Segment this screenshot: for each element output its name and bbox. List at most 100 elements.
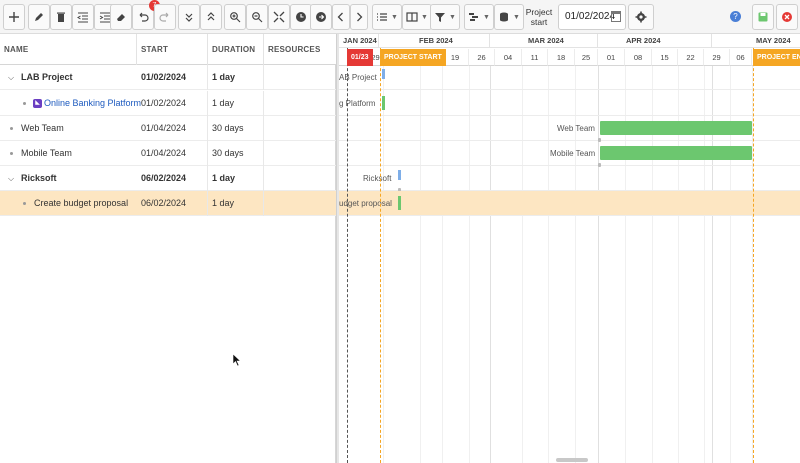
month-header: JAN 2024	[339, 34, 379, 48]
day-header: 15	[652, 49, 678, 66]
task-name: Ricksoft	[21, 173, 57, 183]
expand-arrows-icon	[273, 11, 285, 23]
timeline-row: Web Team	[339, 116, 800, 142]
bar-label: g Platform	[339, 99, 376, 108]
table-row[interactable]: Web Team 01/04/2024 30 days	[0, 116, 336, 141]
month-header: MAR 2024	[490, 34, 598, 48]
table-row[interactable]: ⌵ LAB Project 01/02/2024 1 day	[0, 65, 336, 90]
column-header-name[interactable]: NAME	[0, 34, 137, 65]
expand-all-button[interactable]	[178, 4, 200, 30]
chevron-left-icon	[337, 12, 343, 22]
calendar-icon[interactable]	[611, 11, 621, 22]
list-options-dropdown[interactable]: ▼	[372, 4, 402, 30]
eraser-icon	[117, 14, 125, 21]
zoom-out-icon	[252, 12, 263, 23]
task-resources	[264, 65, 336, 90]
edit-button[interactable]	[28, 4, 50, 30]
database-dropdown[interactable]: ▼	[494, 4, 524, 30]
gantt-timeline: JAN 2024 FEB 2024 MAR 2024 APR 2024 MAY …	[339, 34, 800, 463]
timeline-row: Mobile Team	[339, 141, 800, 167]
task-grid: NAME START DURATION RESOURCES ⌵ LAB Proj…	[0, 34, 336, 463]
task-name: LAB Project	[21, 72, 73, 82]
month-header: APR 2024	[598, 34, 712, 48]
project-end-marker-line	[753, 48, 754, 463]
summary-bar[interactable]	[382, 69, 385, 79]
close-circle-icon	[782, 12, 792, 22]
task-resources	[264, 191, 336, 216]
task-duration: 30 days	[208, 141, 264, 166]
task-resources	[264, 141, 336, 166]
database-icon	[500, 12, 509, 22]
day-header: 06	[730, 49, 752, 66]
chevron-down-icon[interactable]: ⌵	[8, 174, 14, 184]
zoom-out-button[interactable]	[246, 4, 268, 30]
gantt-bars-icon	[469, 13, 479, 21]
task-bar[interactable]	[600, 121, 752, 135]
settings-button[interactable]	[628, 4, 654, 30]
chevron-down-icon[interactable]: ⌵	[8, 73, 14, 83]
save-icon	[758, 12, 768, 22]
chevron-right-icon	[357, 12, 363, 22]
today-flag: 01/23	[347, 49, 373, 66]
task-resources	[264, 116, 336, 141]
pencil-icon	[35, 13, 43, 21]
horizontal-scrollbar-thumb[interactable]	[556, 458, 588, 462]
task-start: 01/04/2024	[137, 116, 208, 141]
bar-label: Ricksoft	[363, 174, 392, 183]
add-task-button[interactable]	[3, 4, 25, 30]
day-header: 18	[548, 49, 575, 66]
column-header-resources[interactable]: RESOURCES	[264, 34, 336, 65]
task-bar[interactable]	[600, 146, 752, 160]
task-name-link[interactable]: Online Banking Platform	[44, 91, 141, 116]
column-header-duration[interactable]: DURATION	[208, 34, 264, 65]
help-icon[interactable]: ?	[730, 11, 741, 22]
scroll-to-task-button[interactable]	[310, 4, 332, 30]
task-start: 01/02/2024	[137, 65, 208, 90]
zoom-in-icon	[230, 12, 241, 23]
columns-dropdown[interactable]: ▼	[402, 4, 432, 30]
month-header: MAY 2024	[712, 34, 800, 48]
outdent-icon	[77, 12, 88, 23]
clock-icon	[296, 12, 306, 22]
column-header-start[interactable]: START	[137, 34, 208, 65]
undo-icon	[139, 12, 149, 22]
task-duration: 1 day	[208, 91, 264, 116]
filter-dropdown[interactable]: ▼	[430, 4, 460, 30]
task-duration: 30 days	[208, 116, 264, 141]
day-header: 01	[598, 49, 625, 66]
task-name: Mobile Team	[21, 148, 72, 158]
scroll-to-today-button[interactable]	[290, 4, 312, 30]
day-header: 22	[678, 49, 704, 66]
save-button[interactable]	[752, 4, 774, 30]
table-row[interactable]: ◣ Online Banking Platform 01/02/2024 1 d…	[0, 91, 336, 116]
bullet-icon	[10, 127, 13, 130]
timeline-row: g Platform	[339, 91, 800, 116]
delete-button[interactable]	[50, 4, 72, 30]
dependencies-dropdown[interactable]: ▼	[464, 4, 494, 30]
task-bar[interactable]	[382, 96, 385, 110]
collapse-all-button[interactable]	[200, 4, 222, 30]
table-row[interactable]: Mobile Team 01/04/2024 30 days	[0, 141, 336, 166]
day-header: 08	[625, 49, 652, 66]
zoom-in-button[interactable]	[224, 4, 246, 30]
outdent-button[interactable]	[72, 4, 94, 30]
task-resources	[264, 91, 336, 116]
table-row[interactable]: ⌵ Ricksoft 06/02/2024 1 day	[0, 166, 336, 191]
redo-button[interactable]	[154, 4, 176, 30]
toolbar: 7 ▼ ▼ ▼ ▼ ▼ Project start 01/02	[0, 0, 800, 34]
scroll-right-button[interactable]	[350, 4, 368, 30]
task-start: 06/02/2024	[137, 191, 208, 216]
eraser-button[interactable]	[110, 4, 132, 30]
day-header: 25	[575, 49, 598, 66]
arrow-circle-icon	[316, 12, 326, 22]
summary-bar[interactable]	[398, 170, 401, 180]
table-row-selected[interactable]: Create budget proposal 06/02/2024 1 day	[0, 191, 336, 216]
fit-to-screen-button[interactable]	[268, 4, 290, 30]
project-start-marker-line	[380, 48, 381, 463]
task-bar[interactable]	[398, 196, 401, 210]
scroll-left-button[interactable]	[332, 4, 350, 30]
close-button[interactable]	[776, 4, 798, 30]
project-start-date-input[interactable]: 01/02/2024	[558, 4, 626, 30]
task-start: 06/02/2024	[137, 166, 208, 191]
project-start-date-value: 01/02/2024	[565, 11, 616, 22]
